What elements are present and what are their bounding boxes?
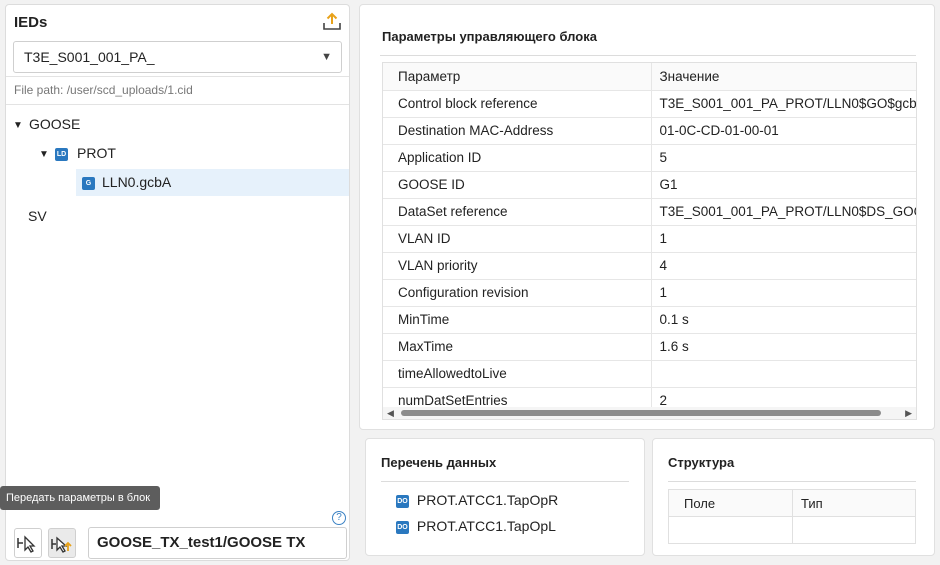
param-value: 1 — [651, 279, 916, 307]
table-row[interactable]: MaxTime 1.6 s — [383, 333, 916, 361]
param-name: DataSet reference — [383, 198, 652, 226]
ied-select[interactable]: T3E_S001_001_PA_ ▼ — [13, 41, 342, 73]
ied-panel-title: IEDs — [14, 14, 48, 31]
table-row — [668, 516, 916, 544]
select-cursor-button[interactable] — [14, 528, 42, 558]
transfer-params-icon — [51, 536, 72, 553]
params-title: Параметры управляющего блока — [382, 29, 597, 44]
param-value: 01-0C-CD-01-00-01 — [651, 117, 916, 145]
param-value — [651, 360, 916, 388]
data-list-title: Перечень данных — [381, 455, 497, 470]
structure-title: Структура — [668, 455, 735, 470]
file-path: File path: /user/scd_uploads/1.cid — [14, 83, 193, 97]
divider — [6, 76, 349, 77]
upload-icon[interactable] — [321, 11, 343, 33]
divider — [380, 55, 916, 56]
do-icon: DO — [396, 520, 409, 534]
table-header: Параметр Значение — [383, 63, 916, 91]
do-icon: DO — [396, 494, 409, 508]
caret-down-icon[interactable]: ▼ — [39, 141, 49, 168]
params-card: Параметры управляющего блока Параметр Зн… — [359, 4, 935, 430]
table-row[interactable]: VLAN ID 1 — [383, 225, 916, 253]
tree-node-sv[interactable]: SV — [6, 203, 349, 230]
tree-node-label: SV — [28, 208, 47, 224]
tree-node-goose[interactable]: ▼ GOOSE — [6, 111, 349, 138]
tree-node-ld[interactable]: ▼ LD PROT — [6, 140, 349, 167]
chevron-down-icon: ▼ — [321, 51, 332, 63]
column-header: Значение — [651, 63, 916, 91]
param-value: 4 — [651, 252, 916, 280]
scrollbar-thumb[interactable] — [401, 410, 881, 416]
params-table: Параметр Значение Control block referenc… — [382, 62, 917, 420]
scroll-left-icon[interactable]: ◀ — [387, 407, 394, 419]
ied-select-value: T3E_S001_001_PA_ — [24, 49, 155, 65]
table-row[interactable]: Configuration revision 1 — [383, 279, 916, 307]
column-header: Поле — [668, 489, 793, 517]
tree-node-gcb[interactable]: G LLN0.gcbA — [76, 169, 349, 196]
param-name: timeAllowedtoLive — [383, 360, 652, 388]
help-icon[interactable]: ? — [332, 511, 346, 525]
param-name: VLAN ID — [383, 225, 652, 253]
tree-node-label: PROT — [77, 145, 116, 161]
cursor-select-icon — [17, 535, 36, 553]
structure-card: Структура Поле Тип — [652, 438, 935, 556]
param-value: T3E_S001_001_PA_PROT/LLN0$DS_GOOSE — [651, 198, 916, 226]
list-item-label: PROT.ATCC1.TapOpL — [416, 518, 556, 534]
list-item[interactable]: DO PROT.ATCC1.TapOpR — [396, 490, 558, 510]
ied-panel: IEDs T3E_S001_001_PA_ ▼ File path: /user… — [5, 4, 350, 561]
scroll-right-icon[interactable]: ▶ — [905, 407, 912, 419]
param-value: T3E_S001_001_PA_PROT/LLN0$GO$gcbA — [651, 90, 916, 118]
tooltip: Передать параметры в блок — [0, 486, 160, 510]
horizontal-scrollbar[interactable]: ◀ ▶ — [383, 407, 916, 419]
column-header: Параметр — [383, 63, 652, 91]
divider — [668, 481, 916, 482]
data-list-card: Перечень данных DO PROT.ATCC1.TapOpR DO … — [365, 438, 645, 556]
param-name: Configuration revision — [383, 279, 652, 307]
param-value: 5 — [651, 144, 916, 172]
table-row[interactable]: GOOSE ID G1 — [383, 171, 916, 199]
divider — [6, 104, 349, 105]
column-header: Тип — [792, 489, 916, 517]
ld-icon: LD — [55, 147, 68, 161]
table-row[interactable]: DataSet reference T3E_S001_001_PA_PROT/LL… — [383, 198, 916, 226]
param-name: Destination MAC-Address — [383, 117, 652, 145]
param-value: 0.1 s — [651, 306, 916, 334]
divider — [381, 481, 629, 482]
param-value: G1 — [651, 171, 916, 199]
gcb-target-input[interactable]: GOOSE_TX_test1/GOOSE TX — [88, 527, 347, 559]
table-row[interactable]: timeAllowedtoLive — [383, 360, 916, 388]
table-row[interactable]: VLAN priority 4 — [383, 252, 916, 280]
param-name: Control block reference — [383, 90, 652, 118]
caret-down-icon[interactable]: ▼ — [13, 112, 23, 139]
param-name: GOOSE ID — [383, 171, 652, 199]
param-value: 1.6 s — [651, 333, 916, 361]
table-header: Поле Тип — [668, 489, 916, 517]
list-item[interactable]: DO PROT.ATCC1.TapOpL — [396, 516, 556, 536]
tree-node-label: LLN0.gcbA — [102, 174, 172, 190]
param-name: MaxTime — [383, 333, 652, 361]
list-item-label: PROT.ATCC1.TapOpR — [416, 492, 559, 508]
param-name: MinTime — [383, 306, 652, 334]
goose-icon: G — [82, 176, 95, 190]
structure-table: Поле Тип — [668, 489, 916, 544]
table-row[interactable]: MinTime 0.1 s — [383, 306, 916, 334]
param-value: 1 — [651, 225, 916, 253]
table-row[interactable]: Application ID 5 — [383, 144, 916, 172]
param-name: Application ID — [383, 144, 652, 172]
table-row[interactable]: Control block reference T3E_S001_001_PA_P… — [383, 90, 916, 118]
transfer-params-button[interactable] — [48, 528, 76, 558]
param-name: VLAN priority — [383, 252, 652, 280]
tree-node-label: GOOSE — [29, 116, 81, 132]
table-row[interactable]: Destination MAC-Address 01-0C-CD-01-00-01 — [383, 117, 916, 145]
